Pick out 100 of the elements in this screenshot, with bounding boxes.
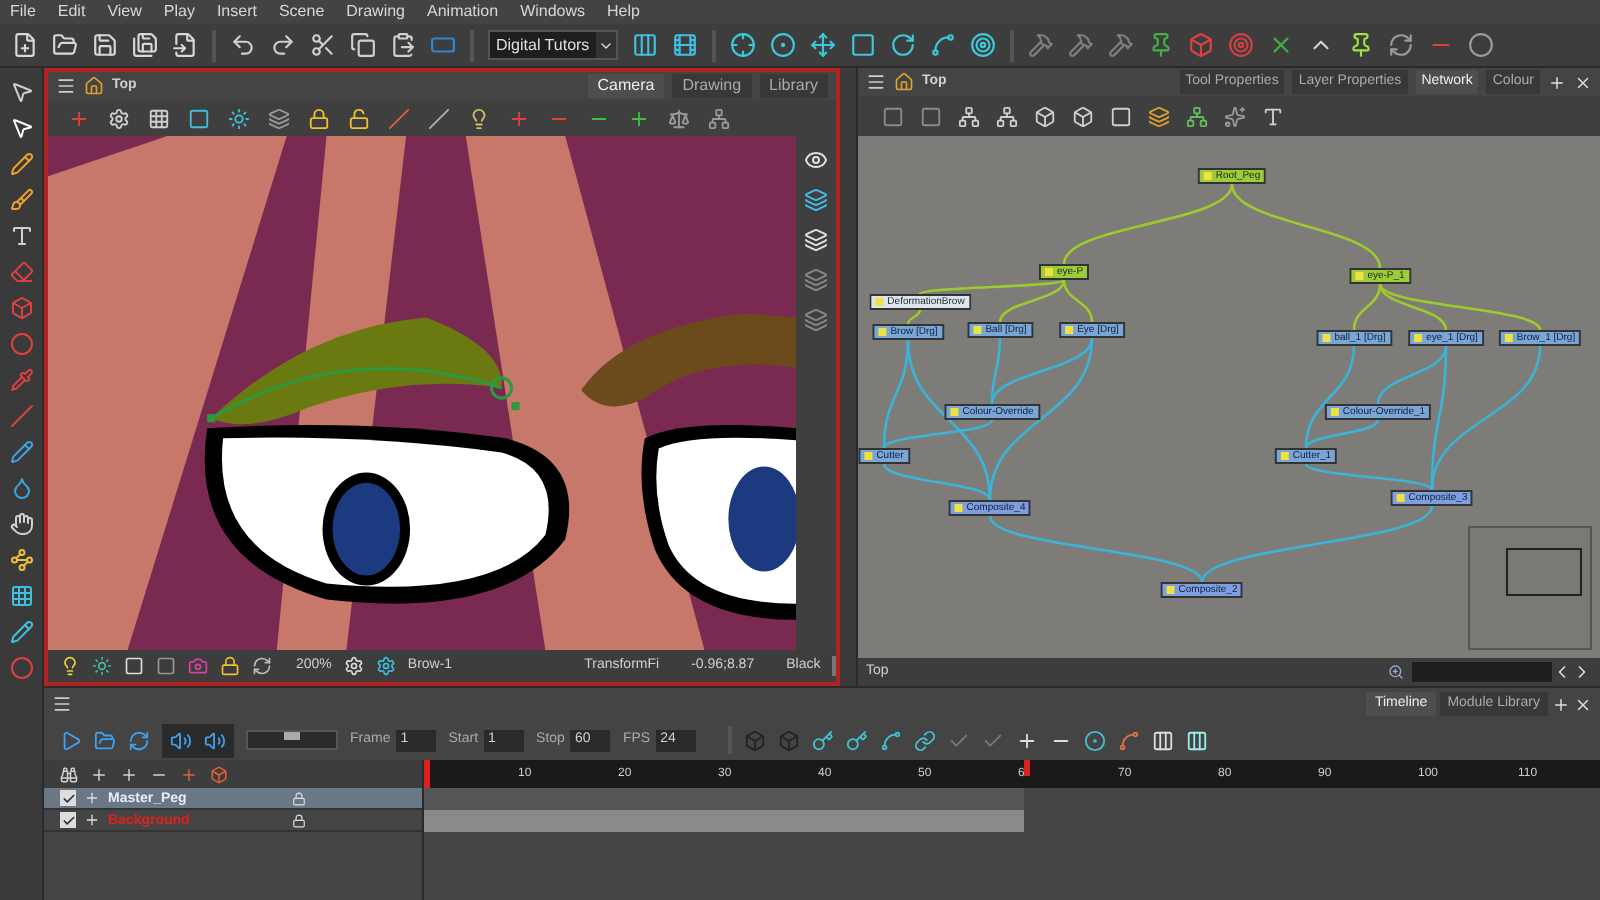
film-icon[interactable] [671,32,698,58]
loop-icon[interactable] [128,729,150,751]
menu-item[interactable]: Drawing [346,4,405,20]
slider-thumb[interactable] [284,732,300,740]
menu-icon[interactable] [866,72,886,92]
close-icon[interactable] [1574,73,1592,91]
sound-scrub-icon[interactable] [204,729,226,751]
layers-icon[interactable] [268,107,290,129]
layers-icon[interactable] [804,188,828,212]
square-icon[interactable] [882,105,904,127]
frame-icon[interactable] [1110,105,1132,127]
new-file-icon[interactable] [12,32,38,58]
menu-item[interactable]: Help [607,4,640,20]
menu-item[interactable]: File [10,4,36,20]
spline-icon[interactable] [929,32,956,58]
lock-icon[interactable] [308,107,330,129]
line-icon[interactable] [428,107,450,129]
brush-icon[interactable] [9,188,33,212]
rectangle-icon[interactable] [430,32,456,58]
panel-icon[interactable] [631,32,658,58]
cross-icon[interactable] [1267,32,1294,58]
folder-icon[interactable] [94,729,116,751]
zoom-icon[interactable] [1388,664,1404,680]
paste-icon[interactable] [390,32,416,58]
ellipse-icon[interactable] [9,332,33,356]
undo-icon[interactable] [230,32,256,58]
network-icon[interactable] [958,105,980,127]
crosshair-icon[interactable] [729,32,756,58]
contour-icon[interactable] [9,116,33,140]
save-icon[interactable] [92,32,118,58]
grid-icon[interactable] [9,584,33,608]
hammer-icon[interactable] [1107,32,1134,58]
playback-speed-slider[interactable] [246,730,338,750]
navigator-panel[interactable] [1468,526,1592,650]
eraser-icon[interactable] [9,260,33,284]
network-icon[interactable] [708,107,730,129]
binoculars-icon[interactable] [60,765,78,783]
menu-item[interactable]: Insert [216,4,257,20]
onion-icon[interactable] [1084,729,1107,751]
import-icon[interactable] [172,32,198,58]
menu-item[interactable]: Animation [427,4,499,20]
stroke-icon[interactable] [9,620,33,644]
menu-icon[interactable] [56,76,76,96]
pin-icon[interactable] [1347,32,1374,58]
view-tab[interactable]: Drawing [672,74,752,98]
add-keyframe-icon[interactable] [812,729,835,751]
grid-icon[interactable] [148,107,170,129]
rotate-icon[interactable] [889,32,916,58]
drawing-icon[interactable] [375,656,396,676]
workspace-dropdown[interactable]: Digital Tutors [488,30,618,60]
plus-icon[interactable] [628,107,650,129]
ink-icon[interactable] [9,656,33,680]
target-icon[interactable] [969,32,996,58]
square-icon[interactable] [849,32,876,58]
plus-icon[interactable] [1016,729,1039,751]
check-icon[interactable] [948,729,971,751]
close-icon[interactable] [1574,695,1592,713]
pin-icon[interactable] [1147,32,1174,58]
hammer-icon[interactable] [1067,32,1094,58]
refresh-icon[interactable] [1387,32,1414,58]
network-icon[interactable] [996,105,1018,127]
layers-icon[interactable] [1148,105,1170,127]
plus-icon[interactable] [90,765,108,783]
link-icon[interactable] [914,729,937,751]
bone-icon[interactable] [9,548,33,572]
home-icon[interactable] [894,72,914,92]
lock-icon[interactable] [292,813,306,827]
select-icon[interactable] [9,80,33,104]
light-icon[interactable] [92,656,112,676]
bulb-icon[interactable] [468,107,490,129]
curve-icon[interactable] [880,729,903,751]
frame-icon[interactable] [188,107,210,129]
box-icon[interactable] [210,765,228,783]
menu-icon[interactable] [52,694,72,714]
remove-keyframe-icon[interactable] [846,729,869,751]
unlock-icon[interactable] [348,107,370,129]
save-as-icon[interactable] [132,32,158,58]
menu-item[interactable]: Scene [278,4,325,20]
menu-item[interactable]: Windows [520,4,586,20]
reset-icon[interactable] [252,656,272,676]
layers-icon[interactable] [804,228,828,252]
tree-icon[interactable] [1186,105,1208,127]
play-icon[interactable] [60,729,82,751]
layer-checkbox[interactable] [60,790,76,806]
hammer-icon[interactable] [1027,32,1054,58]
frame-icon[interactable] [124,656,144,676]
circle-icon[interactable] [1467,32,1494,58]
motion-icon[interactable] [1118,729,1141,751]
search-field[interactable] [1412,662,1552,682]
columns-icon[interactable] [1186,729,1209,751]
menu-item[interactable]: Play [163,4,195,20]
layer-checkbox[interactable] [60,812,76,828]
settings-icon[interactable] [343,656,364,676]
colour-swatch[interactable] [832,656,837,676]
line-icon[interactable] [388,107,410,129]
pen-icon[interactable] [9,440,33,464]
add-icon[interactable] [1552,695,1570,713]
lock-icon[interactable] [292,791,306,805]
home-icon[interactable] [84,76,104,96]
add-icon[interactable] [1548,73,1566,91]
